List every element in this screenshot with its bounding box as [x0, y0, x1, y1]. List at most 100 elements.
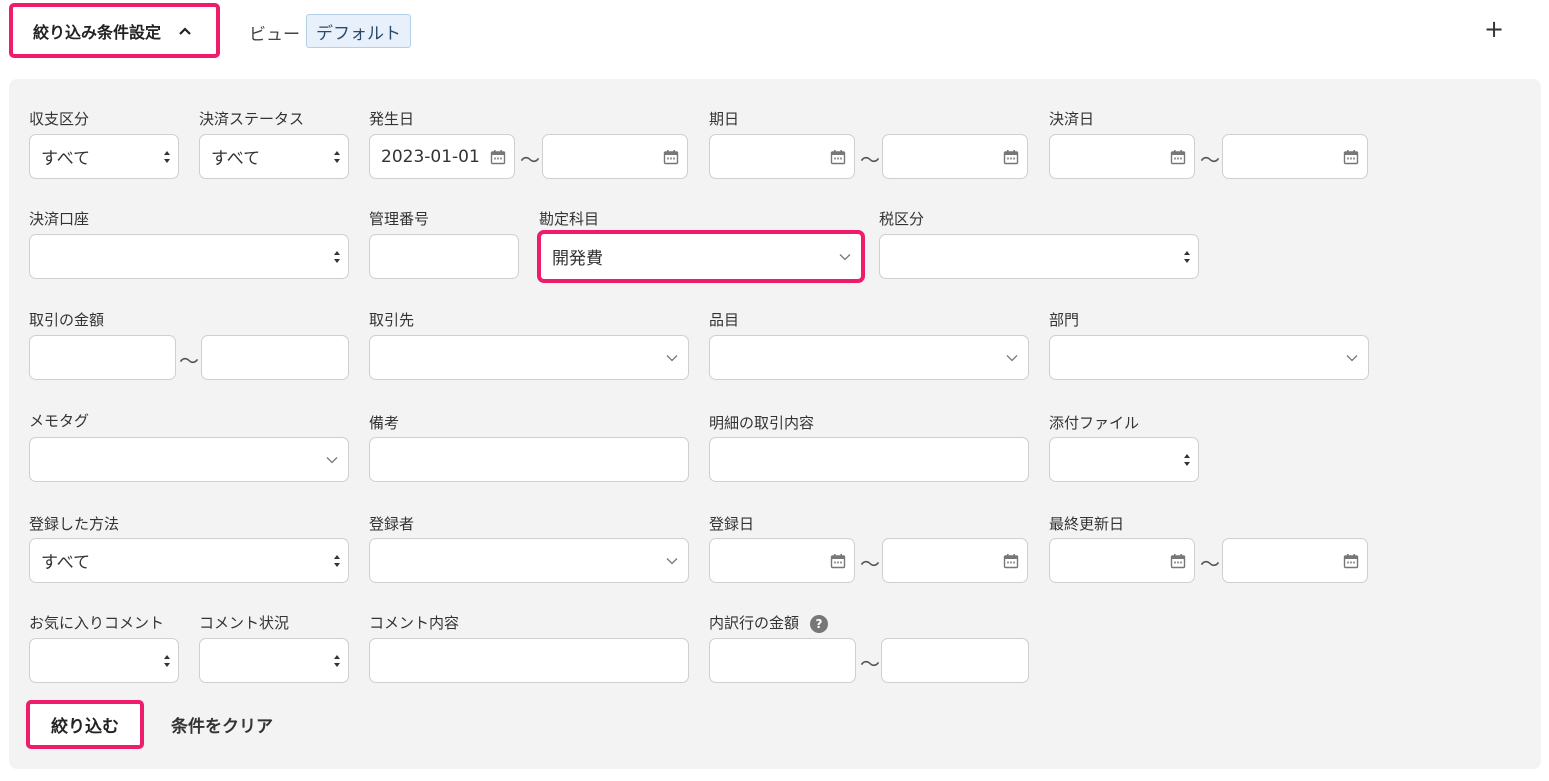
range-separator: 〜 — [860, 652, 880, 676]
select-arrows-icon — [334, 151, 340, 163]
last-updated-from-input[interactable] — [1049, 538, 1195, 583]
chevron-down-icon — [1346, 355, 1358, 362]
select-arrows-icon — [334, 655, 340, 667]
clear-conditions-button[interactable]: 条件をクリア — [171, 712, 273, 737]
tax-category-label: 税区分 — [879, 210, 925, 228]
chevron-down-icon — [666, 355, 678, 362]
last-updated-to-input[interactable] — [1222, 538, 1368, 583]
settlement-status-value: すべて — [211, 149, 261, 169]
select-arrows-icon — [1184, 454, 1190, 466]
item-select[interactable] — [709, 335, 1029, 380]
calendar-icon[interactable] — [1170, 553, 1186, 569]
range-separator: 〜 — [1200, 552, 1220, 576]
registration-method-value: すべて — [41, 553, 91, 573]
due-date-label: 期日 — [709, 110, 740, 128]
calendar-icon[interactable] — [1343, 149, 1359, 165]
due-date-from-input[interactable] — [709, 134, 855, 179]
account-item-label: 勘定科目 — [539, 210, 600, 228]
registrant-select[interactable] — [369, 538, 689, 583]
settlement-account-label: 決済口座 — [29, 210, 90, 228]
account-item-select[interactable]: 開発費 — [537, 230, 865, 283]
settlement-account-select[interactable] — [29, 234, 349, 279]
range-separator: 〜 — [860, 148, 880, 172]
occurrence-date-label: 発生日 — [369, 110, 415, 128]
registrant-label: 登録者 — [369, 515, 415, 533]
calendar-icon[interactable] — [1170, 149, 1186, 165]
attachment-select[interactable] — [1049, 437, 1199, 482]
breakdown-amount-to-input[interactable] — [881, 638, 1029, 683]
occurrence-date-to-input[interactable] — [542, 134, 688, 179]
filter-settings-toggle-button[interactable]: 絞り込み条件設定 — [9, 3, 220, 58]
help-icon[interactable]: ? — [810, 615, 828, 633]
amount-from-input[interactable] — [29, 335, 176, 380]
management-number-input[interactable] — [369, 234, 519, 279]
select-arrows-icon — [334, 555, 340, 567]
filter-header: 絞り込み条件設定 ビュー デフォルト + — [0, 0, 1549, 70]
calendar-icon[interactable] — [663, 149, 679, 165]
memo-tag-label: メモタグ — [29, 412, 90, 430]
chevron-down-icon — [839, 254, 851, 261]
breakdown-amount-from-input[interactable] — [709, 638, 856, 683]
calendar-icon[interactable] — [490, 149, 506, 165]
favorite-comment-label: お気に入りコメント — [29, 614, 165, 632]
amount-label: 取引の金額 — [29, 311, 105, 329]
view-label: ビュー — [249, 25, 300, 45]
remarks-label: 備考 — [369, 414, 400, 432]
select-arrows-icon — [164, 655, 170, 667]
settlement-status-label: 決済ステータス — [199, 110, 305, 128]
tax-category-select[interactable] — [879, 234, 1199, 279]
select-arrows-icon — [334, 251, 340, 263]
chevron-down-icon — [666, 558, 678, 565]
due-date-to-input[interactable] — [882, 134, 1028, 179]
settlement-date-label: 決済日 — [1049, 110, 1095, 128]
partner-select[interactable] — [369, 335, 689, 380]
occurrence-date-from-input[interactable]: 2023-01-01 — [369, 134, 515, 179]
department-select[interactable] — [1049, 335, 1369, 380]
management-number-label: 管理番号 — [369, 210, 430, 228]
detail-description-input[interactable] — [709, 437, 1029, 482]
chevron-down-icon — [1006, 355, 1018, 362]
select-arrows-icon — [164, 151, 170, 163]
calendar-icon[interactable] — [1003, 149, 1019, 165]
view-selector-chip[interactable]: デフォルト — [306, 14, 411, 48]
registration-method-select[interactable]: すべて — [29, 538, 349, 583]
comment-content-input[interactable] — [369, 638, 689, 683]
attachment-label: 添付ファイル — [1049, 414, 1140, 432]
comment-status-label: コメント状況 — [199, 614, 290, 632]
calendar-icon[interactable] — [830, 553, 846, 569]
filter-settings-toggle-label: 絞り込み条件設定 — [33, 22, 162, 42]
comment-content-label: コメント内容 — [369, 614, 460, 632]
range-separator: 〜 — [860, 552, 880, 576]
memo-tag-select[interactable] — [29, 437, 349, 482]
filter-panel: 収支区分 すべて 決済ステータス すべて 発生日 2023-01-01 〜 期日… — [9, 79, 1541, 769]
remarks-input[interactable] — [369, 437, 689, 482]
income-expense-select[interactable]: すべて — [29, 134, 179, 179]
range-separator: 〜 — [520, 148, 540, 172]
settlement-status-select[interactable]: すべて — [199, 134, 349, 179]
calendar-icon[interactable] — [1343, 553, 1359, 569]
partner-label: 取引先 — [369, 311, 415, 329]
apply-filter-button[interactable]: 絞り込む — [26, 700, 144, 749]
chevron-up-icon — [177, 23, 193, 39]
registration-method-label: 登録した方法 — [29, 515, 120, 533]
settlement-date-to-input[interactable] — [1222, 134, 1368, 179]
comment-status-select[interactable] — [199, 638, 349, 683]
income-expense-label: 収支区分 — [29, 110, 90, 128]
select-arrows-icon — [1184, 251, 1190, 263]
department-label: 部門 — [1049, 311, 1080, 329]
detail-description-label: 明細の取引内容 — [709, 414, 815, 432]
item-label: 品目 — [709, 311, 740, 329]
settlement-date-from-input[interactable] — [1049, 134, 1195, 179]
registration-date-to-input[interactable] — [882, 538, 1028, 583]
add-view-button[interactable]: + — [1482, 17, 1506, 42]
range-separator: 〜 — [179, 349, 199, 373]
amount-to-input[interactable] — [201, 335, 349, 380]
calendar-icon[interactable] — [830, 149, 846, 165]
registration-date-from-input[interactable] — [709, 538, 855, 583]
range-separator: 〜 — [1200, 148, 1220, 172]
income-expense-value: すべて — [41, 149, 91, 169]
favorite-comment-select[interactable] — [29, 638, 179, 683]
registration-date-label: 登録日 — [709, 515, 755, 533]
chevron-down-icon — [326, 457, 338, 464]
calendar-icon[interactable] — [1003, 553, 1019, 569]
